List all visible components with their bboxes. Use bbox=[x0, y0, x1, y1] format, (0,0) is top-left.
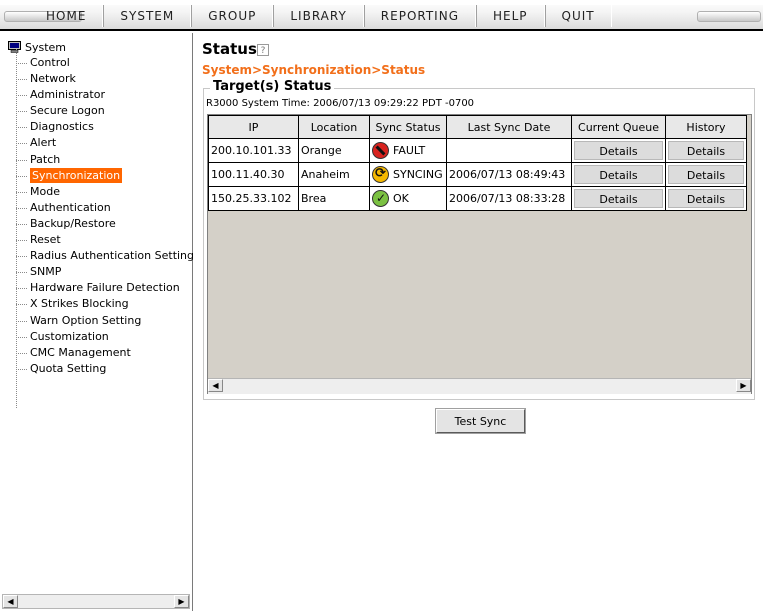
cell-current-queue: Details bbox=[571, 138, 666, 163]
targets-table: IP Location Sync Status Last Sync Date C… bbox=[208, 115, 747, 211]
menu-home[interactable]: HOME bbox=[30, 5, 104, 27]
column-header-location[interactable]: Location bbox=[298, 115, 370, 139]
current-queue-details-button[interactable]: Details bbox=[574, 141, 663, 160]
cell-history: Details bbox=[665, 186, 747, 211]
menu-system[interactable]: SYSTEM bbox=[103, 5, 192, 27]
cell-last-sync-date: 2006/07/13 08:49:43 bbox=[446, 162, 572, 187]
tree-item-network[interactable]: Network bbox=[16, 71, 194, 87]
table-row: 150.25.33.102 Brea OK 2006/07/13 08:33:2… bbox=[208, 186, 747, 211]
syncing-icon bbox=[372, 166, 389, 183]
status-text: FAULT bbox=[393, 144, 426, 157]
status-text: SYNCING bbox=[393, 168, 443, 181]
tree-item-reset[interactable]: Reset bbox=[16, 232, 194, 248]
tree-item-hardware-failure-detection[interactable]: Hardware Failure Detection bbox=[16, 280, 194, 296]
help-icon[interactable]: ? bbox=[257, 44, 269, 56]
page-title: Status bbox=[202, 40, 257, 58]
tree-root-label: System bbox=[25, 40, 67, 54]
cell-sync-status: SYNCING bbox=[369, 162, 447, 187]
menu-library[interactable]: LIBRARY bbox=[273, 5, 364, 27]
breadcrumb: System>Synchronization>Status bbox=[202, 63, 426, 77]
cell-last-sync-date: 2006/07/13 08:33:28 bbox=[446, 186, 572, 211]
tree-item-patch[interactable]: Patch bbox=[16, 152, 194, 168]
tree-item-authentication[interactable]: Authentication bbox=[16, 200, 194, 216]
system-time: R3000 System Time: 2006/07/13 09:29:22 P… bbox=[206, 98, 475, 109]
fault-icon bbox=[372, 142, 389, 159]
tree-item-x-strikes-blocking[interactable]: X Strikes Blocking bbox=[16, 296, 194, 312]
cell-sync-status: OK bbox=[369, 186, 447, 211]
history-details-button[interactable]: Details bbox=[668, 165, 744, 184]
tree-item-snmp[interactable]: SNMP bbox=[16, 264, 194, 280]
table-horizontal-scrollbar[interactable]: ◀ ▶ bbox=[208, 378, 751, 394]
cell-history: Details bbox=[665, 162, 747, 187]
column-header-current-queue[interactable]: Current Queue bbox=[571, 115, 666, 139]
menu-group[interactable]: GROUP bbox=[191, 5, 274, 27]
tree-item-backup-restore[interactable]: Backup/Restore bbox=[16, 216, 194, 232]
tree-item-warn-option-setting[interactable]: Warn Option Setting bbox=[16, 313, 194, 329]
cell-ip: 100.11.40.30 bbox=[208, 162, 299, 187]
history-details-button[interactable]: Details bbox=[668, 189, 744, 208]
tree-item-mode[interactable]: Mode bbox=[16, 184, 194, 200]
cell-last-sync-date bbox=[446, 138, 572, 163]
tree-item-synchronization[interactable]: Synchronization bbox=[16, 167, 194, 184]
tree-item-quota-setting[interactable]: Quota Setting bbox=[16, 361, 194, 377]
column-header-history[interactable]: History bbox=[665, 115, 747, 139]
scroll-right-arrow-icon[interactable]: ▶ bbox=[736, 379, 751, 392]
cell-current-queue: Details bbox=[571, 162, 666, 187]
computer-icon bbox=[8, 41, 21, 53]
main-menu: HOME SYSTEM GROUP LIBRARY REPORTING HELP… bbox=[30, 5, 612, 27]
current-queue-details-button[interactable]: Details bbox=[574, 189, 663, 208]
scroll-right-arrow-icon[interactable]: ▶ bbox=[174, 595, 189, 608]
menu-quit[interactable]: QUIT bbox=[544, 5, 612, 27]
column-header-last-sync-date[interactable]: Last Sync Date bbox=[446, 115, 572, 139]
tree-horizontal-scrollbar[interactable]: ◀ ▶ bbox=[2, 594, 190, 609]
tree-item-customization[interactable]: Customization bbox=[16, 329, 194, 345]
tree-list: Control Network Administrator Secure Log… bbox=[16, 49, 194, 408]
history-details-button[interactable]: Details bbox=[668, 141, 744, 160]
cell-location: Anaheim bbox=[298, 162, 370, 187]
table-row: 100.11.40.30 Anaheim SYNCING 2006/07/13 … bbox=[208, 162, 747, 187]
column-header-sync-status[interactable]: Sync Status bbox=[369, 115, 447, 139]
targets-table-panel: IP Location Sync Status Last Sync Date C… bbox=[207, 114, 752, 394]
menu-decoration-right bbox=[697, 11, 761, 22]
navigation-tree-panel: System Control Network Administrator Sec… bbox=[0, 33, 194, 611]
table-header-row: IP Location Sync Status Last Sync Date C… bbox=[208, 115, 747, 139]
tree-item-control[interactable]: Control bbox=[16, 55, 194, 71]
test-sync-button[interactable]: Test Sync bbox=[435, 408, 526, 434]
tree-item-diagnostics[interactable]: Diagnostics bbox=[16, 119, 194, 135]
cell-location: Brea bbox=[298, 186, 370, 211]
table-row: 200.10.101.33 Orange FAULT Details Detai… bbox=[208, 138, 747, 163]
tree-item-alert[interactable]: Alert bbox=[16, 135, 194, 151]
menu-reporting[interactable]: REPORTING bbox=[363, 5, 476, 27]
menu-help[interactable]: HELP bbox=[476, 5, 545, 27]
cell-sync-status: FAULT bbox=[369, 138, 447, 163]
cell-history: Details bbox=[665, 138, 747, 163]
tree-item-cmc-management[interactable]: CMC Management bbox=[16, 345, 194, 361]
section-title: Target(s) Status bbox=[210, 79, 335, 94]
status-text: OK bbox=[393, 192, 409, 205]
scroll-left-arrow-icon[interactable]: ◀ bbox=[208, 379, 223, 392]
tree-item-secure-logon[interactable]: Secure Logon bbox=[16, 103, 194, 119]
top-menu-bar: HOME SYSTEM GROUP LIBRARY REPORTING HELP… bbox=[0, 0, 763, 31]
cell-current-queue: Details bbox=[571, 186, 666, 211]
cell-ip: 150.25.33.102 bbox=[208, 186, 299, 211]
cell-location: Orange bbox=[298, 138, 370, 163]
tree-item-radius-authentication-setting[interactable]: Radius Authentication Setting bbox=[16, 248, 194, 264]
current-queue-details-button[interactable]: Details bbox=[574, 165, 663, 184]
column-header-ip[interactable]: IP bbox=[208, 115, 299, 139]
tree-item-administrator[interactable]: Administrator bbox=[16, 87, 194, 103]
cell-ip: 200.10.101.33 bbox=[208, 138, 299, 163]
menu-divider bbox=[0, 29, 763, 31]
ok-icon bbox=[372, 190, 389, 207]
scroll-left-arrow-icon[interactable]: ◀ bbox=[3, 595, 18, 608]
